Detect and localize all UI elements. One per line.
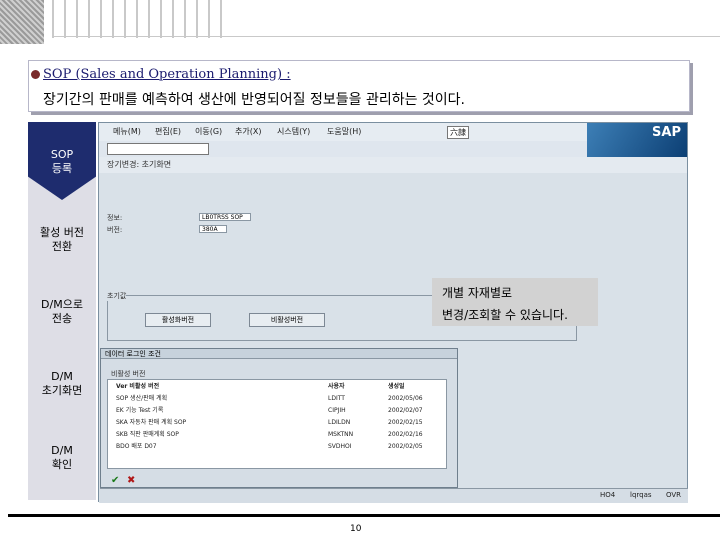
table-row[interactable]: SOP 생산/판매 계획 LDITT 2002/05/06 (108, 394, 448, 404)
table-row[interactable]: BDO 배포 D07 SVDHOI 2002/02/05 (108, 442, 448, 452)
screen-title: 장기변경: 초기화면 (107, 160, 172, 169)
list-header: 비활성 버전 (111, 370, 146, 378)
dialog-title: 데이터 로그인 조건 (101, 349, 457, 359)
header-rule (52, 36, 720, 37)
title-box: SOP (Sales and Operation Planning) : 장기간… (28, 60, 690, 112)
menu-item[interactable]: 메뉴(M) (113, 126, 141, 137)
step-transfer-dm: D/M으로 전송 (41, 298, 83, 325)
step-sop-register: SOP 등록 (28, 122, 96, 200)
table-row[interactable]: Ver 비활성 버전 사용자 생성일 (108, 382, 448, 392)
group-title: 초기값 (107, 291, 127, 301)
corner-decoration (0, 0, 44, 44)
menu-item[interactable]: 이동(G) (195, 126, 222, 137)
bullet-icon (31, 70, 40, 79)
process-steps: SOP 등록 활성 버전 전환 D/M으로 전송 D/M 초기화면 D/M 확인 (28, 122, 96, 500)
page-title: SOP (Sales and Operation Planning) : (43, 67, 291, 82)
screen-title-bar: 장기변경: 초기화면 (99, 157, 687, 174)
footer-rule (8, 514, 720, 517)
sap-logo: SAP (587, 123, 687, 157)
command-field[interactable] (107, 143, 209, 155)
callout-line1: 개별 자재별로 (442, 286, 513, 300)
dialog-confirm-icon[interactable]: ✔ (111, 475, 119, 486)
menu-item[interactable]: 도움말(H) (327, 126, 361, 137)
active-version-button[interactable]: 활성화버전 (145, 313, 211, 327)
table-row[interactable]: SKB 직판 판매계획 SOP MSKTNN 2002/02/16 (108, 430, 448, 440)
version-list: Ver 비활성 버전 사용자 생성일 SOP 생산/판매 계획 LDITT 20… (107, 379, 447, 469)
menu-item[interactable]: 편집(E) (155, 126, 181, 137)
menu-item[interactable]: 시스템(Y) (277, 126, 310, 137)
table-row[interactable]: SKA 자동차 판매 계획 SOP LDILDN 2002/02/15 (108, 418, 448, 428)
plant-label: 정보: (107, 214, 123, 222)
version-dialog: 데이터 로그인 조건 비활성 버전 Ver 비활성 버전 사용자 생성일 SOP… (100, 348, 458, 488)
step-dm-initial: D/M 초기화면 (41, 370, 83, 397)
callout-line2: 변경/조회할 수 있습니다. (442, 308, 568, 322)
language-field[interactable]: 六隷 (447, 126, 469, 139)
menu-item[interactable]: 추가(X) (235, 126, 261, 137)
dialog-cancel-icon[interactable]: ✖ (127, 475, 135, 486)
page-number: 10 (350, 524, 362, 534)
status-session: HO4 (600, 491, 616, 499)
version-label: 버전: (107, 226, 123, 234)
version-field[interactable]: 380A (199, 225, 227, 233)
inactive-version-button[interactable]: 비활성버전 (249, 313, 325, 327)
plant-field[interactable]: LB0TRSS SOP (199, 213, 251, 221)
status-client: lqrqas (630, 491, 652, 499)
header-stripes (52, 0, 232, 38)
page-subtitle: 장기간의 판매를 예측하여 생산에 반영되어질 정보들을 관리하는 것이다. (43, 92, 465, 108)
status-bar: HO4 lqrqas OVR (100, 488, 688, 503)
table-row[interactable]: EK 기능 Test 기록 CIPJIH 2002/02/07 (108, 406, 448, 416)
step-dm-confirm: D/M 확인 (51, 444, 73, 471)
callout-box: 개별 자재별로 변경/조회할 수 있습니다. (432, 278, 598, 326)
step-activate-version: 활성 버전 전환 (40, 226, 84, 253)
status-mode: OVR (666, 491, 682, 499)
